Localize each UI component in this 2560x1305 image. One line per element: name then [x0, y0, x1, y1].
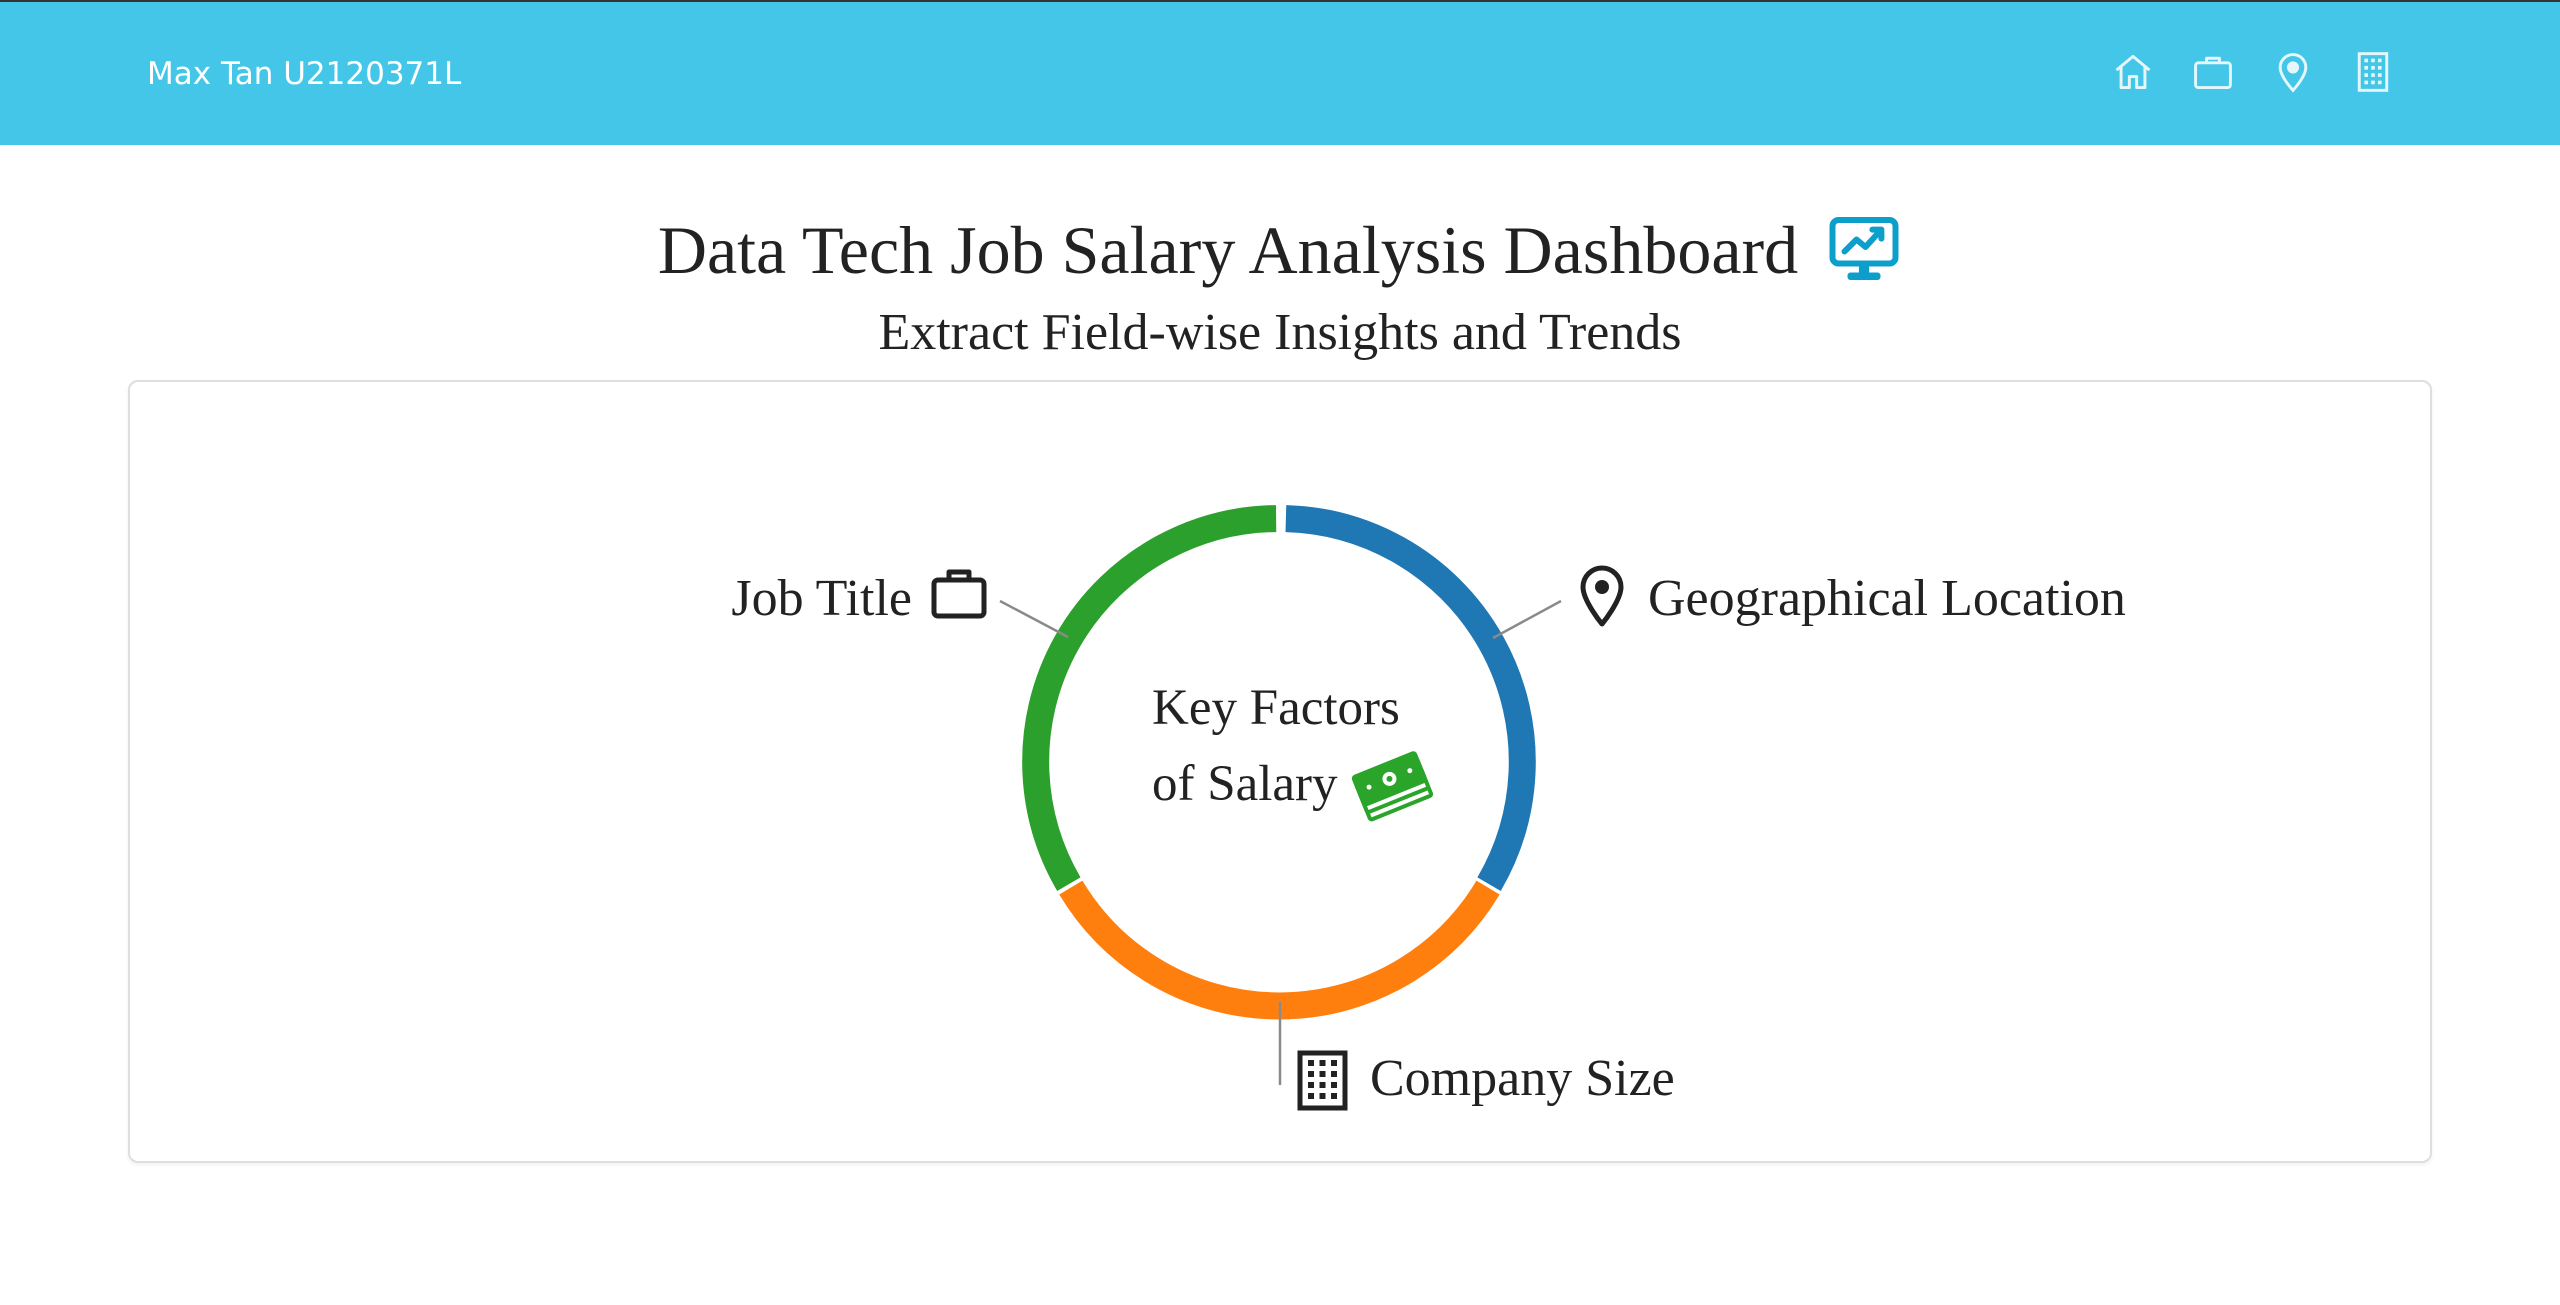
label-job-title: Job Title [731, 570, 912, 627]
briefcase-icon [931, 569, 987, 619]
center-text-line1: Key Factors [1152, 680, 1400, 736]
cash-stack-icon [1351, 751, 1434, 822]
label-company-size: Company Size [1370, 1050, 1675, 1107]
key-factors-donut: Job Title Geographical Location Company … [731, 505, 2126, 1111]
leader-line-geographical-location [1492, 599, 1562, 640]
label-geographical-location: Geographical Location [1648, 570, 2126, 627]
leader-line-job-title [999, 599, 1069, 639]
center-text-line2: of Salary [1152, 756, 1338, 812]
building-icon [1297, 1050, 1348, 1111]
donut-segment-company-size[interactable] [1059, 880, 1500, 1020]
geo-icon [1580, 565, 1624, 627]
